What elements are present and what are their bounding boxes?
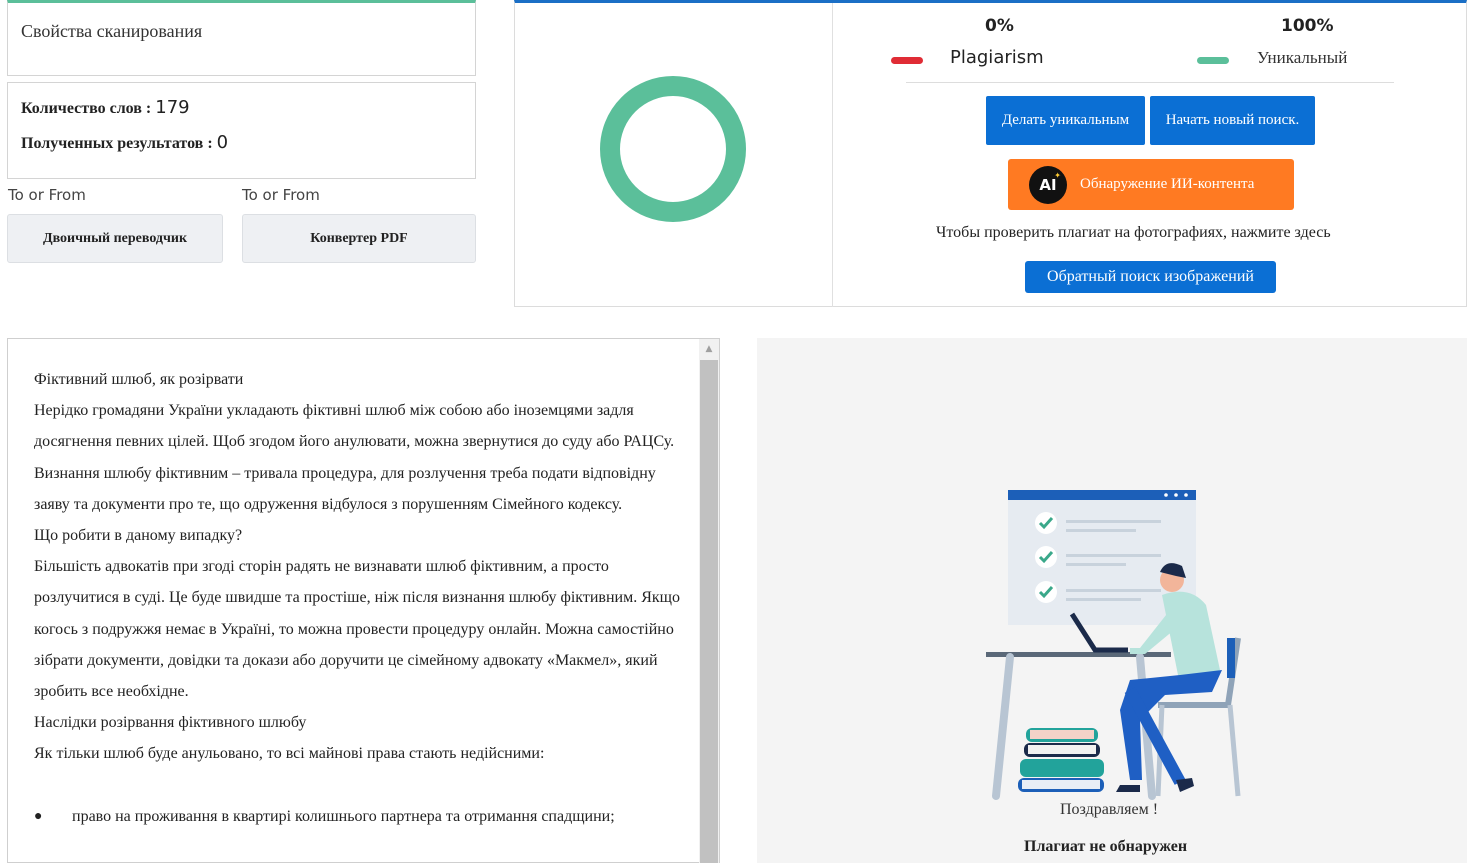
- plagiarism-percent: 0%: [985, 16, 1014, 36]
- unique-legend-swatch: [1197, 57, 1229, 64]
- results-count-label: Полученных результатов :: [21, 135, 213, 152]
- document-paragraph: Як тільки шлюб буде анульовано, то всі м…: [34, 745, 545, 763]
- window-titlebar: [1008, 490, 1196, 500]
- document-text-area[interactable]: Фіктивний шлюб, як розірвати Нерідко гром…: [7, 338, 720, 863]
- document-paragraph: Що робити в даному випадку?: [34, 527, 243, 545]
- unique-percent: 100%: [1281, 16, 1334, 36]
- congrats-text: Поздравляем !: [1060, 801, 1159, 818]
- document-paragraph: Більшість адвокатів при згоді сторін рад…: [34, 558, 680, 701]
- bullet-dot-icon: ●: [34, 808, 43, 824]
- document-content: Фіктивний шлюб, як розірвати Нерідко гром…: [34, 364, 684, 832]
- bullet-text: право на проживання в квартирі колишньог…: [72, 807, 615, 825]
- unique-legend-label: Уникальный: [1257, 48, 1348, 67]
- results-count-row: Полученных результатов : 0: [21, 132, 228, 153]
- photo-check-hint: Чтобы проверить плагиат на фотографиях, …: [936, 224, 1331, 241]
- pdf-converter-button[interactable]: Конвертер PDF: [242, 214, 476, 263]
- scan-properties-panel: Свойства сканирования: [7, 0, 476, 76]
- to-or-from-label: To or From: [242, 186, 320, 204]
- word-count-label: Количество слов :: [21, 100, 152, 117]
- uniqueness-ring-chart: [600, 76, 746, 222]
- document-paragraph: Фіктивний шлюб, як розірвати: [34, 371, 244, 388]
- check-icon: [1035, 581, 1057, 603]
- books-stack-icon: [1018, 728, 1104, 792]
- check-icon: [1035, 512, 1057, 534]
- sparkle-icon: ✦: [1054, 170, 1061, 180]
- document-paragraph: Наслідки розірвання фіктивного шлюбу: [34, 714, 307, 732]
- ai-icon: AI ✦: [1029, 165, 1067, 204]
- to-or-from-label: To or From: [8, 186, 86, 204]
- reverse-image-search-button[interactable]: Обратный поиск изображений: [1025, 261, 1276, 293]
- document-bullet-item: ● право на проживання в квартирі колишньо…: [34, 801, 684, 832]
- person-shirt: [1162, 591, 1220, 685]
- person-at-laptop-illustration: [986, 490, 1241, 800]
- make-unique-button[interactable]: Делать уникальным: [986, 96, 1145, 145]
- binary-translator-button[interactable]: Двоичный переводчик: [7, 214, 223, 263]
- scrollbar-thumb[interactable]: [700, 360, 718, 863]
- scan-properties-title: Свойства сканирования: [21, 21, 203, 41]
- check-icon: [1035, 546, 1057, 568]
- new-search-button[interactable]: Начать новый поиск.: [1150, 96, 1315, 145]
- ai-content-detection-button[interactable]: AI ✦ Обнаружение ИИ-контента: [1008, 159, 1294, 210]
- results-count-value: 0: [216, 132, 229, 153]
- legend-divider: [906, 82, 1394, 83]
- document-paragraph: Нерідко громадяни України укладають фікт…: [34, 402, 675, 513]
- plagiarism-legend-swatch: [891, 57, 923, 64]
- word-count-value: 179: [155, 97, 190, 118]
- scan-stats-panel: Количество слов : 179 Полученных результ…: [7, 82, 476, 179]
- plagiarism-legend-label: Plagiarism: [950, 47, 1044, 68]
- result-divider: [832, 3, 833, 307]
- ring-unique-arc: [600, 76, 746, 222]
- word-count-row: Количество слов : 179: [21, 97, 190, 118]
- ai-content-detection-label: Обнаружение ИИ-контента: [1080, 176, 1255, 192]
- no-plagiarism-text: Плагиат не обнаружен: [1024, 838, 1188, 855]
- scroll-up-arrow-icon[interactable]: ▲: [699, 341, 719, 357]
